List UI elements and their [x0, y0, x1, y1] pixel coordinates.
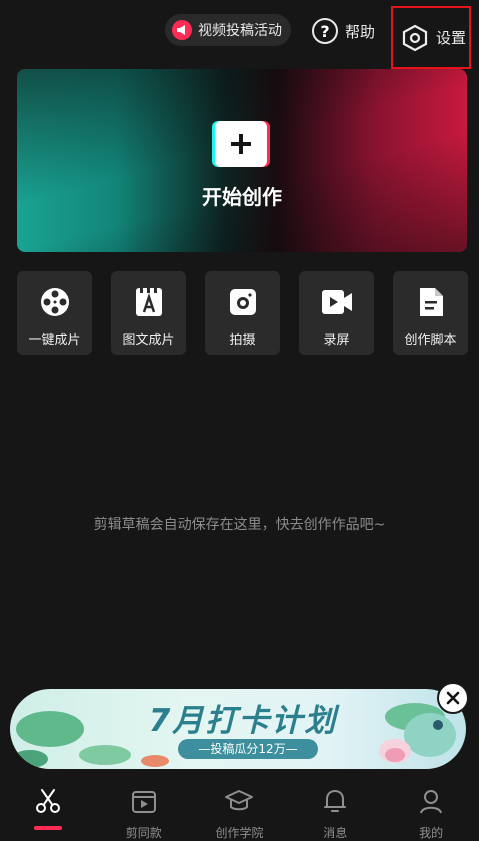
start-creation-card[interactable]: 开始创作: [17, 69, 467, 252]
graduation-cap-icon: [224, 786, 254, 815]
tool-text-to-video[interactable]: 图文成片: [111, 271, 186, 355]
help-button[interactable]: ? 帮助: [312, 16, 375, 46]
profile-icon: [418, 786, 444, 815]
close-icon: [446, 691, 460, 705]
tool-label: 拍摄: [229, 333, 256, 348]
banner-subtitle: —投稿瓜分12万—: [178, 739, 318, 759]
tool-shoot[interactable]: 拍摄: [205, 271, 280, 355]
camera-icon: [228, 285, 258, 319]
nav-label: 我的: [419, 826, 444, 840]
bottom-nav: 剪同款 创作学院 消息 我的: [0, 776, 479, 841]
tool-label: 一键成片: [28, 333, 81, 348]
template-play-icon: [130, 786, 158, 815]
plus-icon: [215, 121, 267, 167]
top-bar: 视频投稿活动 ? 帮助 设置: [0, 0, 479, 69]
hexagon-gear-icon: [402, 24, 428, 51]
promo-label: 视频投稿活动: [198, 23, 282, 39]
question-icon: ?: [312, 18, 338, 44]
tool-label: 图文成片: [122, 333, 175, 348]
tool-creation-script[interactable]: 创作脚本: [393, 271, 468, 355]
july-checkin-banner[interactable]: 7月打卡计划 —投稿瓜分12万—: [10, 689, 466, 769]
nav-label: 剪同款: [125, 826, 162, 840]
screen-record-icon: [320, 285, 354, 319]
nav-label: 消息: [323, 826, 348, 840]
close-banner-button[interactable]: [437, 682, 469, 714]
empty-drafts-hint: 剪辑草稿会自动保存在这里，快去创作作品吧~: [93, 517, 386, 533]
nav-messages[interactable]: 消息: [287, 776, 383, 841]
tool-label: 录屏: [323, 333, 350, 348]
nav-label: 创作学院: [215, 826, 264, 840]
active-tab-indicator: [33, 826, 62, 830]
nav-profile[interactable]: 我的: [383, 776, 479, 841]
tool-label: 创作脚本: [404, 333, 457, 348]
settings-label: 设置: [436, 29, 467, 47]
start-creation-label: 开始创作: [202, 185, 282, 209]
nav-templates[interactable]: 剪同款: [96, 776, 192, 841]
tool-one-click-video[interactable]: 一键成片: [17, 271, 92, 355]
tool-screen-record[interactable]: 录屏: [299, 271, 374, 355]
banner-title: 7月打卡计划: [148, 703, 338, 739]
nav-edit[interactable]: [0, 776, 96, 841]
text-doc-icon: [134, 285, 164, 319]
film-reel-icon: [39, 285, 71, 319]
megaphone-icon: [172, 20, 192, 40]
help-label: 帮助: [345, 22, 376, 41]
bell-icon: [322, 786, 348, 815]
video-submission-event-button[interactable]: 视频投稿活动: [165, 14, 291, 46]
settings-button[interactable]: 设置: [391, 6, 471, 69]
scissors-icon: [34, 786, 62, 816]
script-doc-icon: [417, 285, 445, 319]
nav-academy[interactable]: 创作学院: [192, 776, 288, 841]
